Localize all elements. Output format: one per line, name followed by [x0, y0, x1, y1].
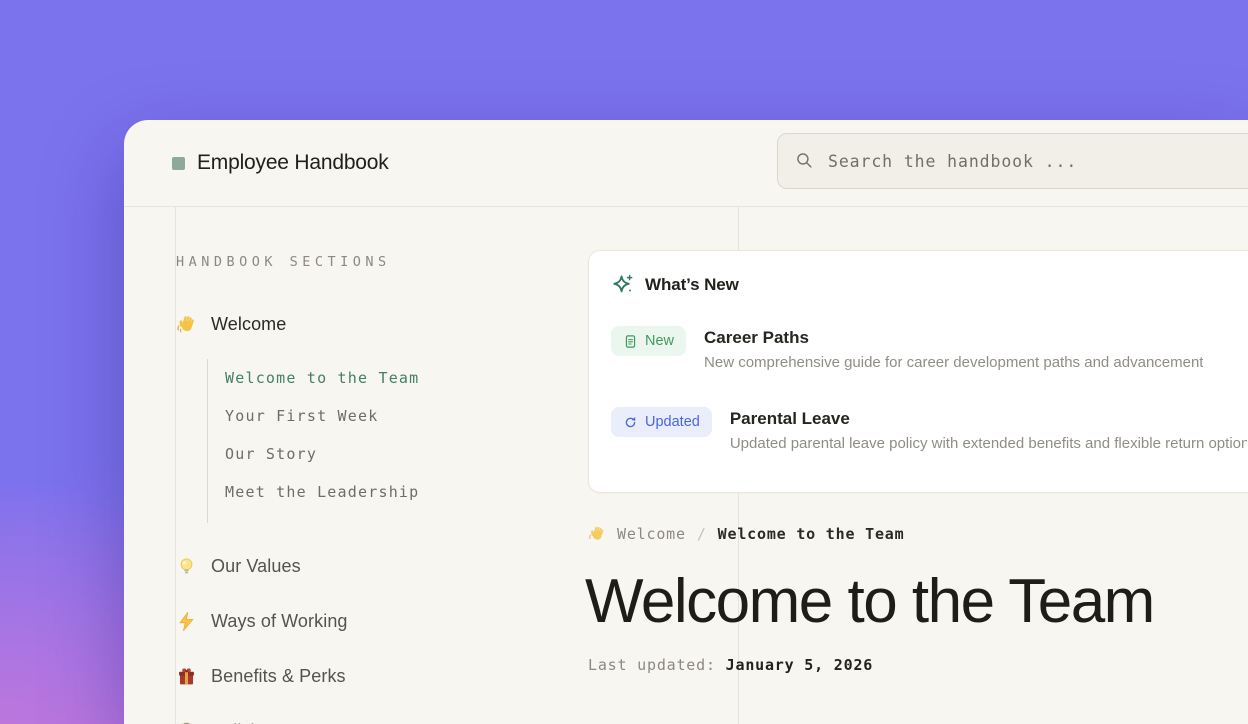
app-window: Employee Handbook HANDBOOK SECTIONS	[124, 120, 1248, 724]
wave-icon	[176, 314, 197, 335]
search-box[interactable]	[777, 133, 1248, 189]
sparkle-icon	[611, 273, 634, 296]
document-icon	[623, 334, 638, 349]
gift-icon	[176, 666, 197, 687]
breadcrumb: Welcome / Welcome to the Team	[588, 525, 1248, 543]
sidebar-item-policies[interactable]: Policies	[176, 718, 536, 724]
sidebar-nav: Welcome Welcome to the Team Your First W…	[176, 311, 536, 724]
sidebar-item-label: Our Values	[211, 556, 301, 577]
badge-label: New	[645, 333, 674, 349]
sidebar: HANDBOOK SECTIONS	[176, 207, 536, 724]
sidebar-item-label: Policies	[211, 721, 274, 724]
last-updated-label: Last updated:	[588, 656, 716, 674]
refresh-icon	[623, 415, 638, 430]
sidebar-subitem-meet-the-leadership[interactable]: Meet the Leadership	[225, 483, 536, 501]
sidebar-sublist-welcome: Welcome to the Team Your First Week Our …	[207, 359, 536, 523]
breadcrumb-current-page: Welcome to the Team	[718, 525, 905, 543]
sidebar-item-label: Welcome	[211, 314, 286, 335]
updated-badge: Updated	[611, 407, 712, 437]
news-item-career-paths[interactable]: New Career Paths New comprehensive guide…	[611, 326, 1247, 371]
last-updated-value: January 5, 2026	[726, 656, 873, 674]
news-item-parental-leave[interactable]: Updated Parental Leave Updated parental …	[611, 407, 1247, 452]
search-icon	[795, 151, 815, 171]
sidebar-item-label: Benefits & Perks	[211, 666, 346, 687]
sidebar-subitem-welcome-to-the-team[interactable]: Welcome to the Team	[225, 369, 536, 387]
app-title: Employee Handbook	[197, 151, 389, 175]
page-title: Welcome to the Team	[585, 569, 1248, 634]
new-badge: New	[611, 326, 686, 356]
main-content: What’s New New Career Paths New comprehe…	[588, 250, 1248, 674]
brand-logo-icon	[172, 157, 185, 170]
news-item-title: Career Paths	[704, 328, 1203, 348]
last-updated: Last updated: January 5, 2026	[588, 656, 1248, 674]
news-item-description: New comprehensive guide for career devel…	[704, 354, 1203, 371]
sidebar-subitem-your-first-week[interactable]: Your First Week	[225, 407, 536, 425]
badge-label: Updated	[645, 414, 700, 430]
sidebar-section-label: HANDBOOK SECTIONS	[176, 254, 536, 270]
news-text: Career Paths New comprehensive guide for…	[704, 328, 1203, 371]
breadcrumb-section-link[interactable]: Welcome	[617, 525, 686, 543]
whats-new-card: What’s New New Career Paths New comprehe…	[588, 250, 1248, 493]
wave-icon	[588, 525, 606, 543]
desktop-background: Employee Handbook HANDBOOK SECTIONS	[0, 0, 1248, 724]
search-input[interactable]	[828, 152, 1248, 171]
lightning-bolt-icon	[176, 611, 197, 632]
whats-new-title: What’s New	[645, 275, 739, 295]
whats-new-header: What’s New	[611, 273, 1247, 296]
clipboard-icon	[176, 721, 197, 724]
sidebar-subitem-our-story[interactable]: Our Story	[225, 445, 536, 463]
news-item-description: Updated parental leave policy with exten…	[730, 435, 1247, 452]
breadcrumb-separator: /	[697, 525, 707, 543]
sidebar-item-welcome[interactable]: Welcome	[176, 311, 536, 337]
news-item-title: Parental Leave	[730, 409, 1247, 429]
sidebar-item-our-values[interactable]: Our Values	[176, 553, 536, 579]
sidebar-item-benefits-perks[interactable]: Benefits & Perks	[176, 663, 536, 689]
news-text: Parental Leave Updated parental leave po…	[730, 409, 1247, 452]
sidebar-item-ways-of-working[interactable]: Ways of Working	[176, 608, 536, 634]
app-header: Employee Handbook	[124, 120, 1248, 207]
lightbulb-icon	[176, 556, 197, 577]
sidebar-item-label: Ways of Working	[211, 611, 348, 632]
